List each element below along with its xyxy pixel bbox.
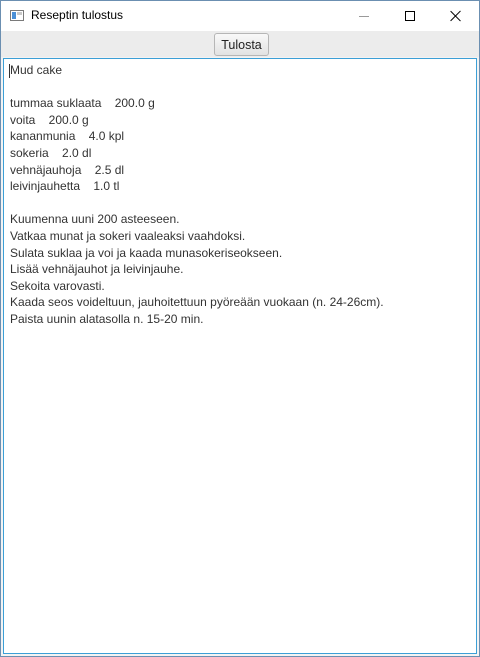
recipe-line: Paista uunin alatasolla n. 15-20 min. <box>10 311 204 326</box>
maximize-icon <box>405 11 415 21</box>
close-button[interactable] <box>433 1 479 31</box>
close-icon <box>450 10 462 22</box>
recipe-line: Sekoita varovasti. <box>10 278 105 293</box>
recipe-text-area[interactable]: Mud cake tummaa suklaata 200.0 g voita 20… <box>3 58 477 654</box>
recipe-line: leivinjauhetta 1.0 tl <box>10 179 120 194</box>
recipe-line: sokeria 2.0 dl <box>10 145 92 160</box>
recipe-line: Mud cake <box>10 63 63 77</box>
print-button[interactable]: Tulosta <box>214 33 269 56</box>
app-window: Reseptin tulostus Tulosta Mud cake tumma… <box>0 0 480 657</box>
recipe-line: Kuumenna uuni 200 asteeseen. <box>10 212 180 227</box>
recipe-line: tummaa suklaata 200.0 g <box>10 96 155 111</box>
minimize-icon <box>359 16 369 17</box>
toolbar: Tulosta <box>1 31 479 57</box>
title-bar[interactable]: Reseptin tulostus <box>1 1 479 31</box>
app-window-icon <box>10 10 24 21</box>
recipe-text: Mud cake tummaa suklaata 200.0 g voita 20… <box>10 62 470 328</box>
maximize-button[interactable] <box>387 1 433 31</box>
recipe-line: Vatkaa munat ja sokeri vaaleaksi vaahdok… <box>10 228 246 243</box>
recipe-line: Sulata suklaa ja voi ja kaada munasokeri… <box>10 245 283 260</box>
minimize-button[interactable] <box>341 1 387 31</box>
recipe-line: Lisää vehnäjauhot ja leivinjauhe. <box>10 262 184 277</box>
recipe-line: kananmunia 4.0 kpl <box>10 129 125 144</box>
recipe-line: vehnäjauhoja 2.5 dl <box>10 162 125 177</box>
window-title: Reseptin tulostus <box>31 8 124 22</box>
recipe-line: Kaada seos voideltuun, jauhoitettuun pyö… <box>10 295 384 310</box>
recipe-line: voita 200.0 g <box>10 112 89 127</box>
